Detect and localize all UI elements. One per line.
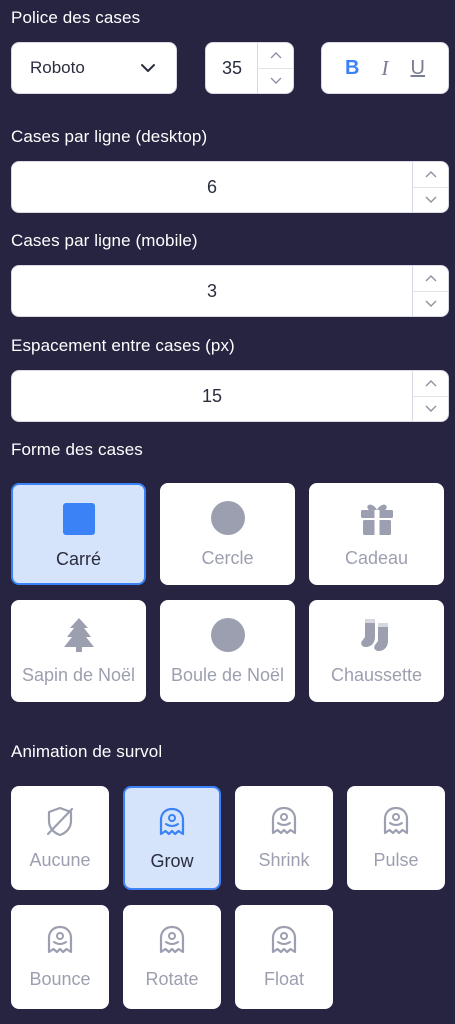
square-icon	[62, 503, 95, 535]
font-size-input[interactable]: 35	[205, 42, 294, 94]
italic-button[interactable]: I	[382, 56, 389, 81]
stepper-up-button[interactable]	[413, 266, 448, 291]
shape-option-circle[interactable]: Cercle	[160, 483, 295, 585]
animation-option-label: Shrink	[258, 850, 310, 870]
animation-option-shrink[interactable]: Shrink	[235, 786, 333, 890]
stepper-up-button[interactable]	[258, 43, 293, 68]
ghost-icon	[159, 925, 185, 954]
ghost-icon	[383, 806, 409, 835]
desktop-columns-label: Cases par ligne (desktop)	[11, 127, 208, 146]
stepper-down-button[interactable]	[258, 67, 293, 94]
gift-icon	[360, 504, 393, 535]
spacing-stepper	[412, 371, 448, 421]
stepper-down-button[interactable]	[413, 186, 448, 213]
stepper-up-button[interactable]	[413, 162, 448, 187]
mobile-columns-label: Cases par ligne (mobile)	[11, 231, 198, 250]
animation-option-label: Float	[263, 969, 305, 989]
mobile-columns-input[interactable]: 3	[11, 265, 449, 317]
animation-option-label: Pulse	[373, 850, 419, 870]
animation-option-label: Bounce	[29, 969, 91, 989]
font-size-stepper	[257, 43, 293, 93]
chevron-down-icon	[270, 77, 281, 85]
chevron-up-icon	[425, 379, 436, 387]
text-format-toolbar: B I U	[321, 42, 449, 94]
spacing-input[interactable]: 15	[11, 370, 449, 422]
shape-option-tree[interactable]: Sapin de Noël	[11, 600, 146, 702]
underline-button[interactable]: U	[411, 57, 425, 80]
font-section-label: Police des cases	[11, 8, 141, 27]
mobile-columns-stepper	[412, 266, 448, 316]
ghost-icon	[271, 806, 297, 835]
animation-option-none[interactable]: Aucune	[11, 786, 109, 890]
ghost-icon	[159, 807, 185, 836]
ghost-icon	[271, 925, 297, 954]
chevron-down-icon	[425, 405, 436, 413]
stepper-down-button[interactable]	[413, 395, 448, 422]
animation-option-label: Aucune	[29, 850, 91, 870]
animation-option-grow[interactable]: Grow	[123, 786, 221, 890]
chevron-down-icon	[141, 64, 155, 72]
spacing-value: 15	[201, 385, 223, 406]
font-family-value: Roboto	[30, 58, 85, 77]
ghost-icon	[47, 925, 73, 954]
chevron-up-icon	[425, 274, 436, 282]
ornament-icon	[210, 618, 245, 652]
shape-option-label: Cadeau	[344, 548, 409, 568]
bold-button[interactable]: B	[345, 57, 359, 80]
shape-option-gift[interactable]: Cadeau	[309, 483, 444, 585]
chevron-down-icon	[425, 196, 436, 204]
animation-option-rotate[interactable]: Rotate	[123, 905, 221, 1009]
animation-option-label: Grow	[150, 851, 194, 871]
ban-icon	[46, 806, 74, 837]
shape-section-label: Forme des cases	[11, 440, 143, 459]
spacing-label: Espacement entre cases (px)	[11, 336, 235, 355]
font-size-value: 35	[221, 57, 243, 78]
stepper-down-button[interactable]	[413, 290, 448, 317]
chevron-down-icon	[425, 300, 436, 308]
desktop-columns-stepper	[412, 162, 448, 212]
animation-option-float[interactable]: Float	[235, 905, 333, 1009]
tree-icon	[63, 618, 94, 652]
mobile-columns-value: 3	[206, 280, 217, 301]
stepper-up-button[interactable]	[413, 371, 448, 396]
chevron-up-icon	[425, 170, 436, 178]
animation-option-pulse[interactable]: Pulse	[347, 786, 445, 890]
chevron-up-icon	[270, 51, 281, 59]
desktop-columns-input[interactable]: 6	[11, 161, 449, 213]
font-family-select[interactable]: Roboto	[11, 42, 177, 94]
shape-option-sock[interactable]: Chaussette	[309, 600, 444, 702]
desktop-columns-value: 6	[206, 176, 217, 197]
shape-option-label: Sapin de Noël	[21, 665, 136, 685]
shape-option-square[interactable]: Carré	[11, 483, 146, 585]
circle-icon	[210, 501, 245, 535]
animation-option-label: Rotate	[145, 969, 199, 989]
socks-icon	[360, 619, 388, 651]
shape-option-label: Boule de Noël	[170, 665, 285, 685]
shape-option-ornament[interactable]: Boule de Noël	[160, 600, 295, 702]
shape-option-label: Carré	[55, 549, 101, 569]
animation-section-label: Animation de survol	[11, 742, 163, 761]
shape-option-label: Cercle	[201, 548, 254, 568]
shape-option-label: Chaussette	[330, 665, 423, 685]
animation-option-bounce[interactable]: Bounce	[11, 905, 109, 1009]
